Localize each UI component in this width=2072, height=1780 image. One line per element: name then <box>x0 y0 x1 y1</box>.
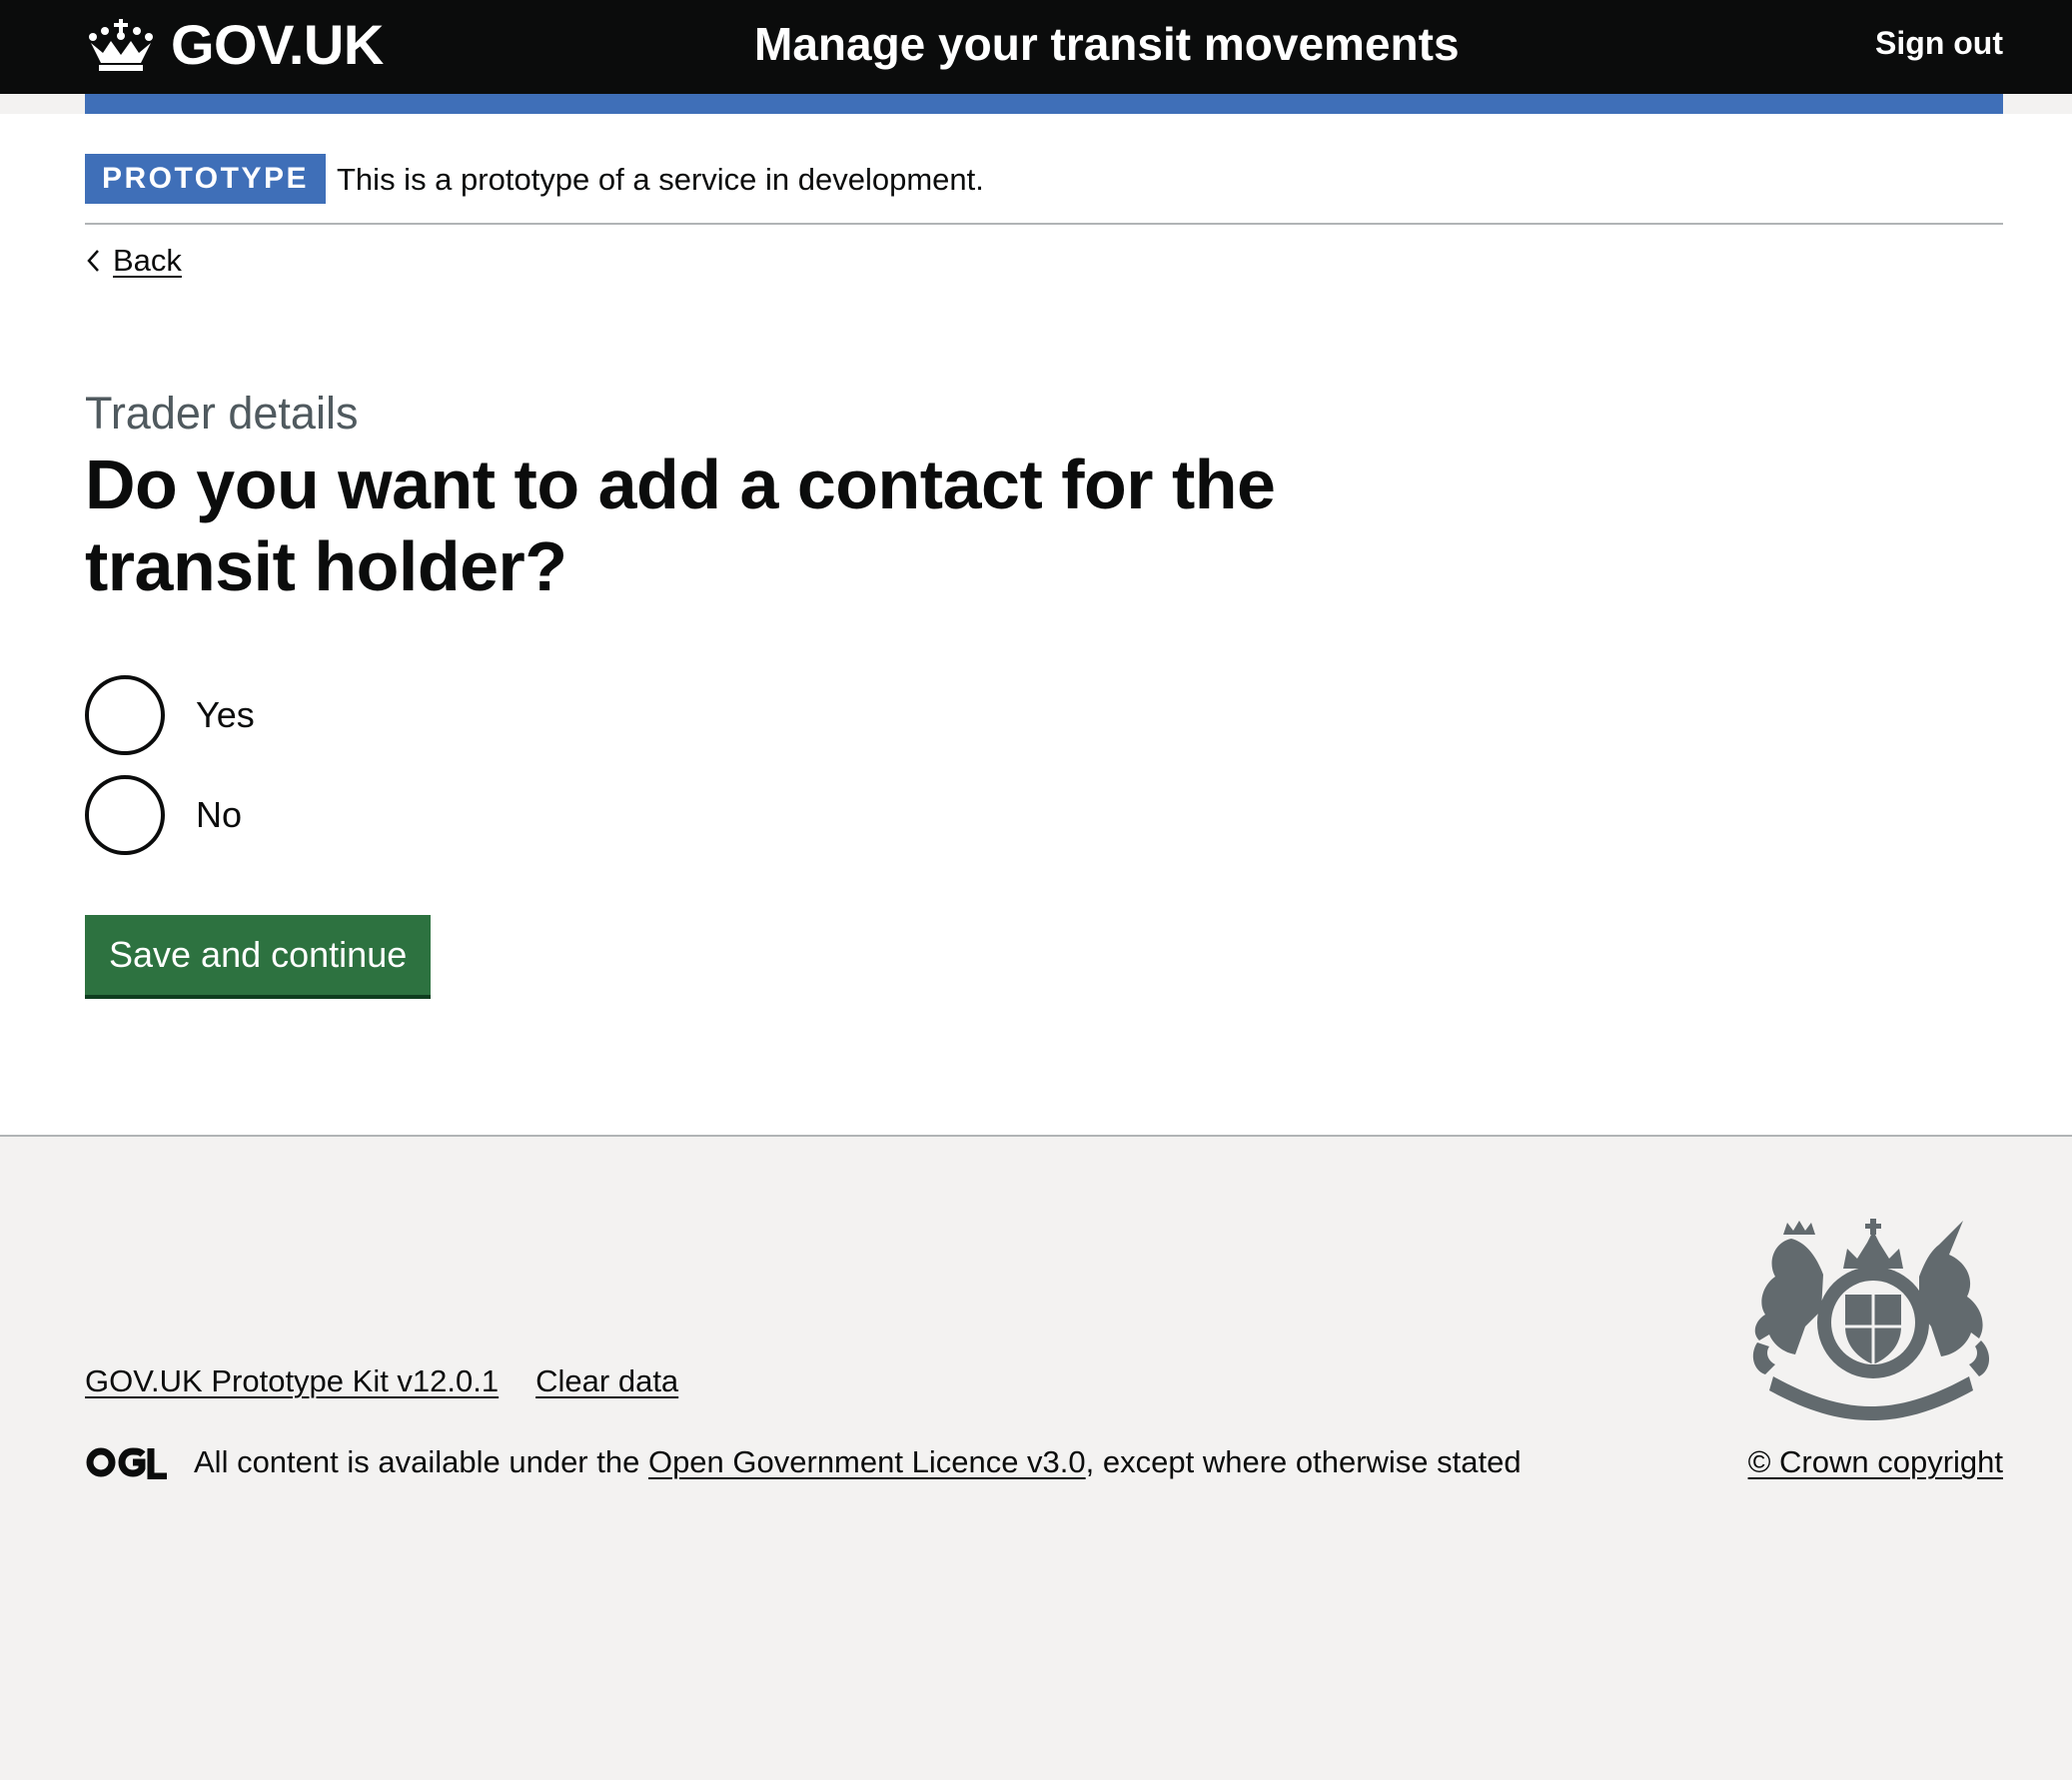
page-caption: Trader details <box>85 388 359 439</box>
govuk-logo-link[interactable]: GOV.UK <box>85 12 384 78</box>
save-and-continue-button[interactable]: Save and continue <box>85 915 432 995</box>
site-footer: GOV.UK Prototype Kit v12.0.1 Clear data … <box>0 1135 2072 1780</box>
crown-icon <box>89 19 153 71</box>
clear-data-link[interactable]: Clear data <box>535 1358 678 1404</box>
service-name-link[interactable]: Manage your transit movements <box>754 14 1460 74</box>
back-link-label: Back <box>113 243 182 278</box>
licence-text: All content is available under the Open … <box>194 1439 1522 1485</box>
header-blue-stripe <box>85 94 2003 114</box>
radio-label-yes[interactable]: Yes <box>196 690 255 740</box>
page-title: Do you want to add a contact for the tra… <box>85 445 1276 605</box>
main-content: PROTOTYPE This is a prototype of a servi… <box>0 114 2072 1135</box>
royal-coat-of-arms-icon <box>1752 1219 1990 1420</box>
radio-label-no[interactable]: No <box>196 790 242 840</box>
crown-copyright-link[interactable]: © Crown copyright <box>1748 1439 2003 1485</box>
footer-links: GOV.UK Prototype Kit v12.0.1 Clear data <box>85 1358 678 1404</box>
phase-banner-text: This is a prototype of a service in deve… <box>337 162 984 197</box>
radio-button-no[interactable] <box>85 775 165 855</box>
ogl-icon <box>86 1447 167 1479</box>
prototype-kit-link[interactable]: GOV.UK Prototype Kit v12.0.1 <box>85 1358 499 1404</box>
phase-tag: PROTOTYPE <box>85 154 326 204</box>
radio-option-yes[interactable]: Yes <box>85 675 255 755</box>
logo-text: GOV.UK <box>171 13 384 76</box>
back-link[interactable]: Back <box>85 236 182 286</box>
licence-suffix: , except where otherwise stated <box>1085 1444 1522 1479</box>
phase-banner: PROTOTYPE This is a prototype of a servi… <box>85 134 2003 225</box>
licence-row: All content is available under the Open … <box>85 1439 1522 1485</box>
radio-option-no[interactable]: No <box>85 775 242 855</box>
licence-prefix: All content is available under the <box>194 1444 648 1479</box>
sign-out-link[interactable]: Sign out <box>1875 20 2003 66</box>
radio-button-yes[interactable] <box>85 675 165 755</box>
chevron-left-icon <box>87 250 99 272</box>
site-header: GOV.UK Manage your transit movements Sig… <box>0 0 2072 94</box>
open-government-licence-link[interactable]: Open Government Licence v3.0 <box>648 1444 1086 1479</box>
